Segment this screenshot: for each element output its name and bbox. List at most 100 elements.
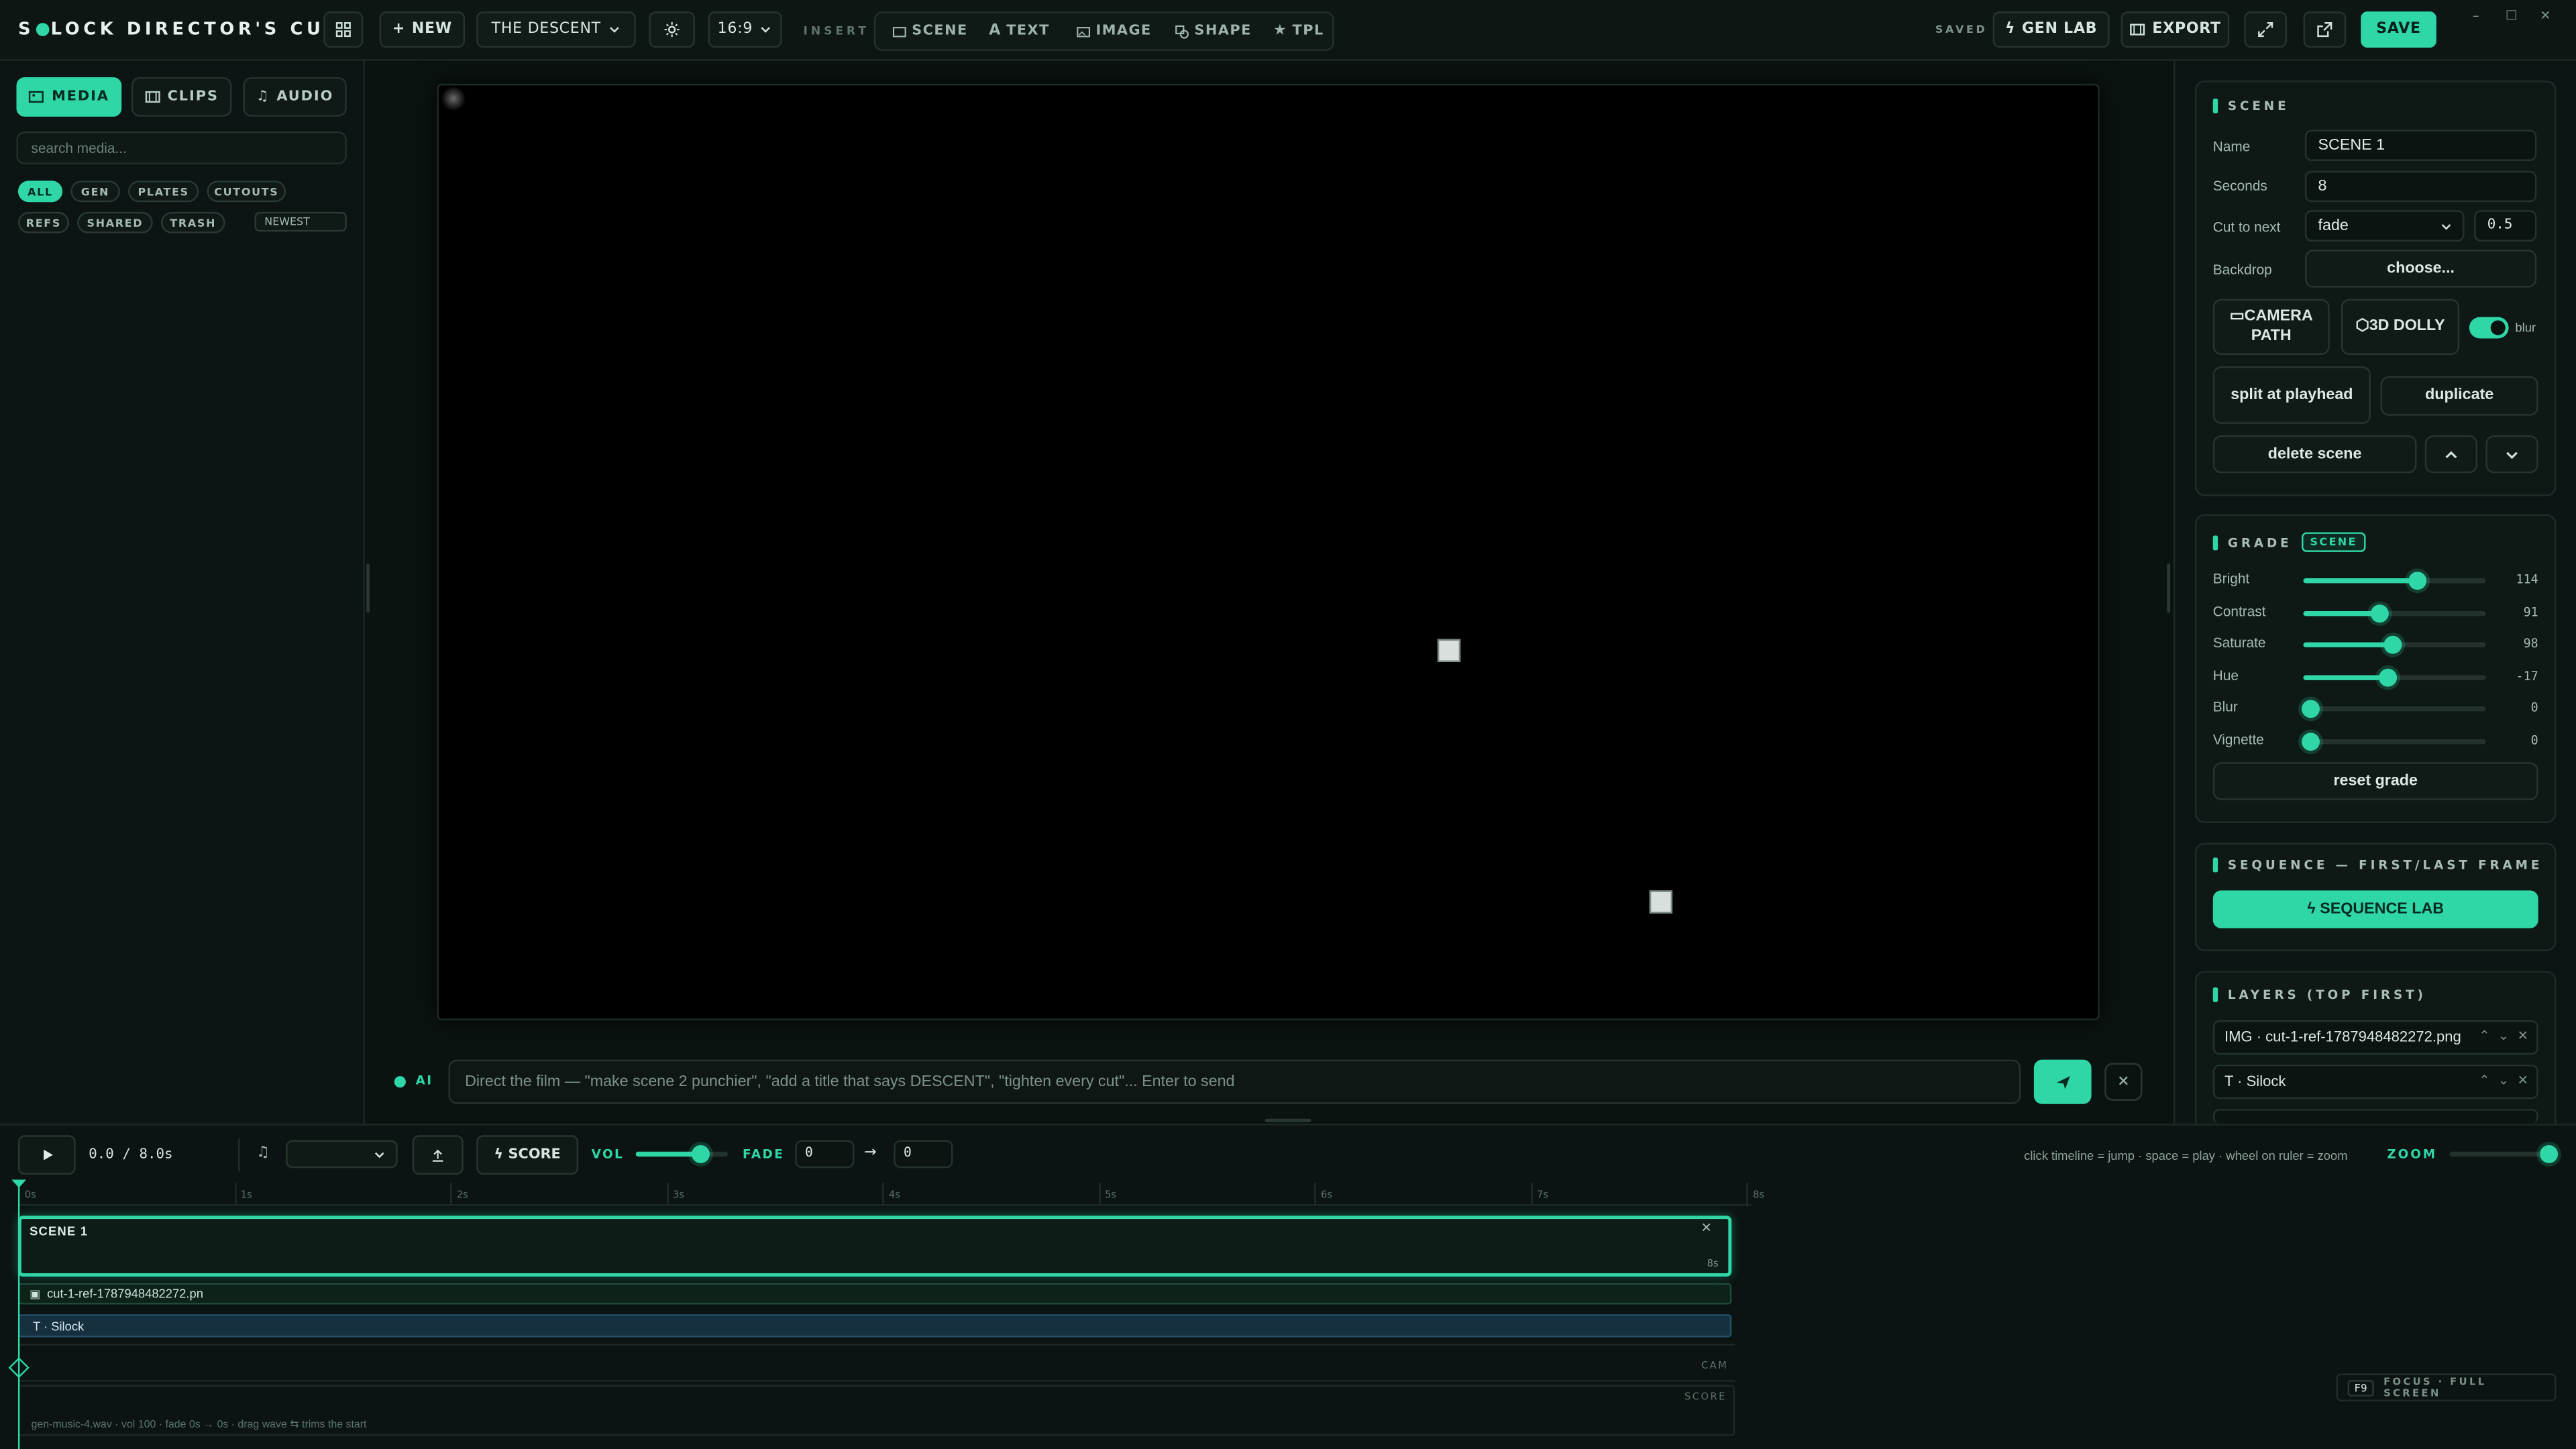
grade-slider-knob[interactable]: [2383, 636, 2402, 655]
insert-label: INSERT: [803, 24, 869, 38]
aspect-select[interactable]: 16:9: [708, 11, 782, 48]
focus-key: F9: [2347, 1379, 2374, 1396]
chevron-up-icon[interactable]: ⌃: [2479, 1073, 2489, 1087]
grade-slider-label: Saturate: [2212, 634, 2266, 651]
chevron-down-icon[interactable]: ⌄: [2498, 1073, 2509, 1087]
popout-button[interactable]: [2303, 11, 2347, 48]
layer-row[interactable]: IMG · cut-1-ref-1787948482272.png ⌃ ⌄ ✕: [2212, 1020, 2538, 1055]
sort-select[interactable]: NEWEST: [254, 211, 347, 232]
grade-slider-fill: [2303, 643, 2393, 648]
music-track-select[interactable]: [286, 1140, 398, 1169]
seconds-input[interactable]: 8: [2304, 170, 2537, 203]
filter-shared[interactable]: SHARED: [77, 211, 153, 233]
volume-slider[interactable]: [635, 1151, 728, 1157]
delete-scene-button[interactable]: delete scene: [2212, 435, 2417, 474]
filter-refs[interactable]: REFS: [17, 211, 69, 233]
grade-slider-knob[interactable]: [2378, 668, 2396, 687]
broken-image-icon[interactable]: [1649, 890, 1673, 914]
scene-clip-label: SCENE 1: [30, 1224, 89, 1239]
ai-send-button[interactable]: [2033, 1059, 2092, 1104]
layer-row[interactable]: T · Silock ⌃ ⌄ ✕: [2212, 1064, 2538, 1099]
tab-clips[interactable]: CLIPS: [131, 77, 232, 117]
export-label: EXPORT: [2152, 21, 2221, 38]
save-button[interactable]: SAVE: [2361, 11, 2436, 48]
ai-close-button[interactable]: ✕: [2104, 1063, 2143, 1101]
fade-in-input[interactable]: 0: [795, 1140, 855, 1169]
dolly-button[interactable]: ⬡3D DOLLY: [2341, 299, 2460, 355]
reset-grade-button[interactable]: reset grade: [2212, 762, 2538, 800]
grade-slider-blur[interactable]: [2303, 707, 2486, 712]
insert-text-button[interactable]: A TEXT: [989, 13, 1049, 50]
camera-track[interactable]: CAM: [17, 1344, 1735, 1382]
upload-audio-button[interactable]: [412, 1135, 464, 1175]
play-button[interactable]: [17, 1135, 76, 1175]
close-window-button[interactable]: ✕: [2540, 8, 2551, 23]
preview-canvas[interactable]: [437, 83, 2100, 1020]
camera-path-button[interactable]: ▭CAMERA PATH: [2212, 299, 2330, 355]
scene-clip[interactable]: SCENE 1 ✕ 8s: [17, 1216, 1732, 1277]
grade-slider-fill: [2303, 578, 2418, 584]
tab-media[interactable]: MEDIA: [16, 77, 122, 117]
vol-label: VOL: [591, 1146, 625, 1162]
insert-shape-button[interactable]: SHAPE: [1175, 13, 1252, 50]
score-button[interactable]: ϟ SCORE: [476, 1135, 579, 1175]
zoom-slider-knob[interactable]: [2540, 1144, 2559, 1163]
cut-duration-input[interactable]: 0.5: [2474, 210, 2537, 242]
close-icon[interactable]: ✕: [2518, 1028, 2528, 1043]
close-icon[interactable]: ✕: [2518, 1073, 2528, 1087]
filter-all[interactable]: ALL: [17, 180, 63, 203]
insert-image-button[interactable]: IMAGE: [1076, 13, 1152, 50]
grade-slider-bright[interactable]: [2303, 578, 2486, 584]
text-layer-track[interactable]: T · Silock: [17, 1314, 1732, 1338]
backdrop-choose-button[interactable]: choose...: [2304, 250, 2537, 288]
grade-slider-vignette[interactable]: [2303, 739, 2486, 745]
insert-scene-button[interactable]: SCENE: [892, 13, 968, 50]
split-at-playhead-button[interactable]: split at playhead: [2212, 366, 2371, 424]
filter-gen[interactable]: GEN: [70, 180, 120, 203]
zoom-slider[interactable]: [2449, 1151, 2548, 1157]
scene-name-input[interactable]: SCENE 1: [2304, 129, 2537, 162]
broken-image-icon[interactable]: [1437, 639, 1461, 662]
score-track[interactable]: SCORE gen-music-4.wav · vol 100 · fade 0…: [17, 1385, 1735, 1436]
bottom-resize-handle[interactable]: [1265, 1118, 1311, 1122]
filter-trash[interactable]: TRASH: [161, 211, 225, 233]
media-search-input[interactable]: search media...: [16, 131, 347, 164]
expand-button[interactable]: [2244, 11, 2288, 48]
image-icon: [30, 91, 45, 103]
new-button[interactable]: + NEW: [379, 11, 466, 48]
text-track-label: T · Silock: [32, 1319, 85, 1334]
ai-prompt-input[interactable]: Direct the film — "make scene 2 punchier…: [448, 1059, 2021, 1104]
blur-toggle[interactable]: [2469, 317, 2509, 339]
insert-template-button[interactable]: ★ TPL: [1273, 13, 1324, 50]
cut-select[interactable]: fade: [2304, 210, 2465, 242]
project-select[interactable]: THE DESCENT: [476, 11, 636, 48]
right-resize-handle[interactable]: [2167, 564, 2171, 613]
gen-lab-button[interactable]: ϟ GEN LAB: [1992, 11, 2110, 48]
close-icon[interactable]: ✕: [1701, 1221, 1711, 1236]
filter-plates[interactable]: PLATES: [128, 180, 199, 203]
move-scene-up-button[interactable]: [2424, 435, 2478, 474]
maximize-button[interactable]: ☐: [2506, 8, 2518, 23]
image-layer-track[interactable]: ▣ cut-1-ref-1787948482272.pn: [17, 1283, 1732, 1305]
grade-slider-contrast[interactable]: [2303, 610, 2486, 616]
volume-slider-knob[interactable]: [691, 1144, 710, 1163]
chevron-up-icon[interactable]: ⌃: [2479, 1028, 2489, 1043]
grid-menu-button[interactable]: [323, 11, 364, 48]
tab-audio[interactable]: ♫ AUDIO: [243, 77, 347, 117]
grade-slider-knob[interactable]: [2301, 733, 2320, 751]
minimize-button[interactable]: –: [2473, 8, 2479, 23]
chevron-down-icon[interactable]: ⌄: [2498, 1028, 2509, 1043]
move-scene-down-button[interactable]: [2485, 435, 2538, 474]
left-resize-handle[interactable]: [366, 564, 370, 613]
playhead[interactable]: [17, 1183, 20, 1449]
duplicate-button[interactable]: duplicate: [2380, 376, 2538, 416]
tab-clips-label: CLIPS: [167, 89, 219, 105]
export-button[interactable]: EXPORT: [2121, 11, 2230, 48]
filter-cutouts[interactable]: CUTOUTS: [207, 180, 286, 203]
fade-out-input[interactable]: 0: [894, 1140, 953, 1169]
sequence-lab-button[interactable]: ϟ SEQUENCE LAB: [2212, 890, 2538, 928]
theme-toggle-button[interactable]: [649, 11, 695, 48]
timeline-ruler[interactable]: 0s 1s 2s 3s 4s 5s 6s 7s 8s: [17, 1183, 1764, 1206]
upload-icon: [432, 1148, 443, 1161]
dolly-label: 3D DOLLY: [2369, 317, 2445, 335]
